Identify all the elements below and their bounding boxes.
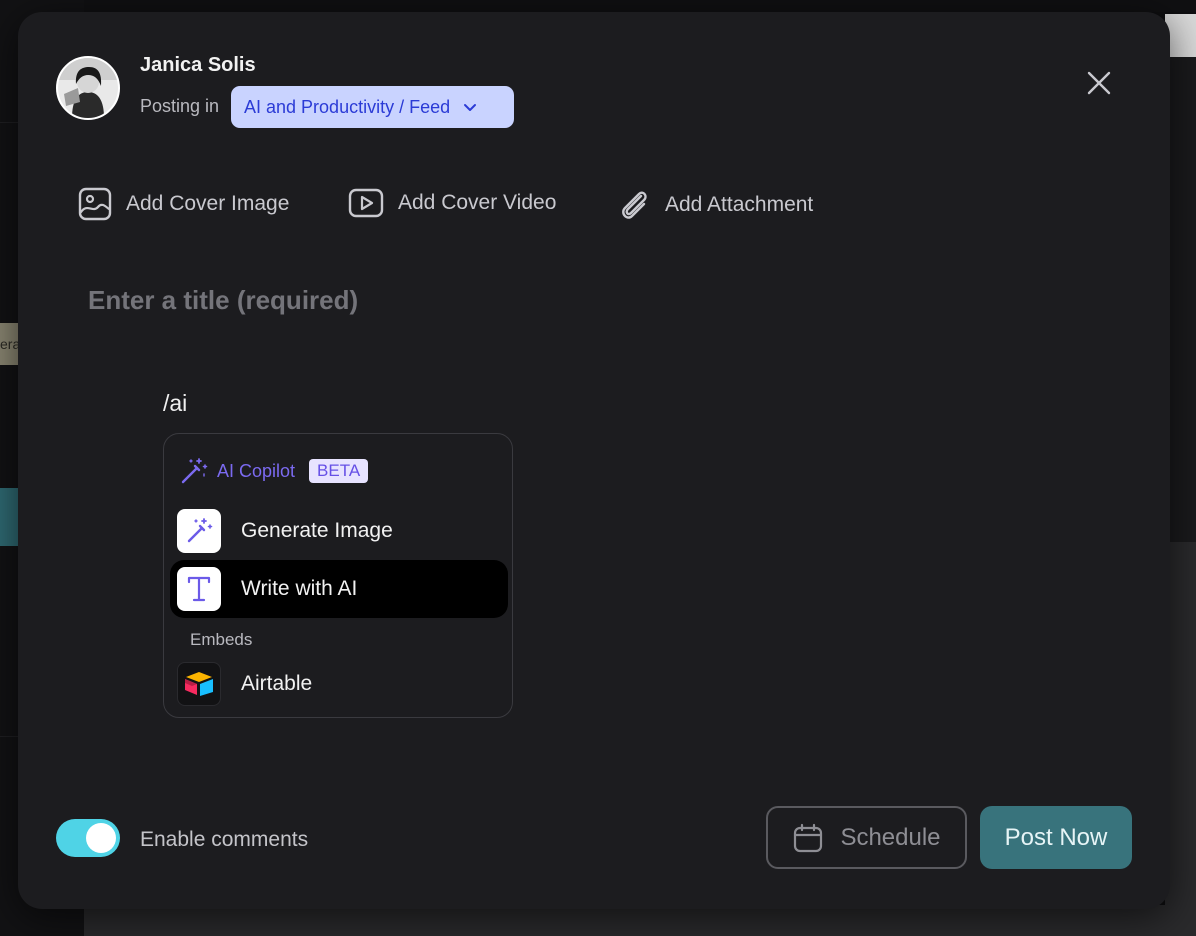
video-play-icon — [348, 188, 384, 218]
author-avatar — [56, 56, 120, 120]
editor-body-text[interactable]: /ai — [163, 390, 187, 417]
magic-wand-icon — [181, 458, 208, 484]
ai-copilot-label: AI Copilot — [217, 460, 296, 481]
write-with-ai-icon-tile — [177, 567, 221, 611]
add-cover-video-label: Add Cover Video — [398, 191, 557, 214]
add-attachment-label: Add Attachment — [665, 193, 814, 216]
space-selector-label: AI and Productivity / Feed — [244, 96, 451, 117]
ai-copilot-header: AI Copilot BETA — [179, 456, 369, 486]
beta-badge: BETA — [309, 459, 369, 483]
menu-item-generate-image[interactable]: Generate Image — [170, 502, 508, 560]
background-topbar — [84, 0, 1196, 12]
schedule-label: Schedule — [840, 823, 941, 851]
enable-comments-label: Enable comments — [140, 828, 309, 851]
background-active-item — [0, 488, 18, 546]
menu-item-airtable[interactable]: Airtable — [170, 655, 508, 713]
toggle-knob — [86, 823, 116, 853]
embeds-section-label: Embeds — [190, 630, 253, 649]
menu-item-label: Generate Image — [241, 519, 393, 542]
add-cover-image-button[interactable]: Add Cover Image — [78, 187, 289, 221]
background-bottom — [84, 905, 1196, 936]
schedule-button[interactable]: Schedule — [766, 806, 967, 869]
calendar-icon — [794, 823, 823, 852]
slash-command-menu: AI Copilot BETA Generate Image Write wit… — [163, 433, 513, 718]
menu-item-write-with-ai[interactable]: Write with AI — [170, 560, 508, 618]
image-icon — [78, 187, 112, 221]
close-icon — [1087, 71, 1111, 95]
add-attachment-button[interactable]: Add Attachment — [617, 187, 813, 223]
close-button[interactable] — [1084, 68, 1114, 98]
space-selector[interactable]: AI and Productivity / Feed — [231, 86, 514, 128]
post-now-label: Post Now — [1004, 823, 1108, 851]
generate-image-icon-tile — [177, 509, 221, 553]
airtable-icon-tile — [177, 662, 221, 706]
paperclip-icon — [622, 191, 647, 219]
author-name: Janica Solis — [140, 54, 256, 76]
avatar-photo — [58, 58, 118, 118]
post-now-button[interactable]: Post Now — [980, 806, 1132, 869]
create-post-modal: Janica Solis Posting in AI and Productiv… — [18, 12, 1170, 909]
chevron-down-icon — [464, 104, 477, 111]
menu-item-label: Write with AI — [241, 577, 358, 600]
post-title-input[interactable] — [88, 277, 988, 323]
text-t-icon — [187, 576, 211, 602]
posting-in-label: Posting in — [140, 96, 220, 116]
enable-comments-toggle[interactable] — [56, 819, 120, 857]
magic-wand-icon — [187, 518, 213, 543]
add-cover-video-button[interactable]: Add Cover Video — [348, 187, 556, 219]
menu-item-label: Airtable — [241, 672, 313, 695]
add-cover-image-label: Add Cover Image — [126, 192, 290, 215]
airtable-logo-icon — [185, 672, 213, 696]
background-tag: era — [0, 323, 18, 365]
